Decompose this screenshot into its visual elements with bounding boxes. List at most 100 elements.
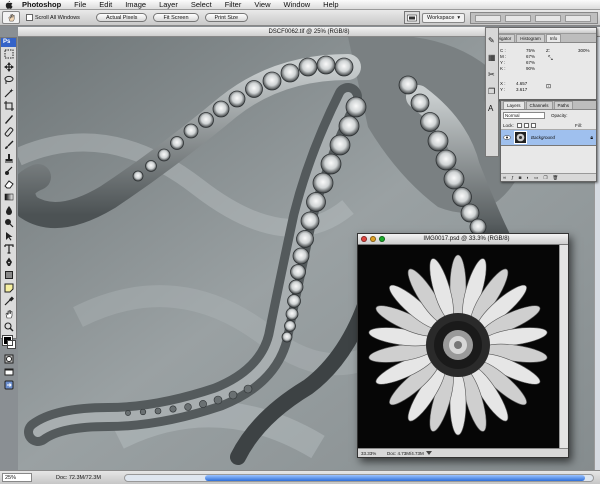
menu-filter[interactable]: Filter xyxy=(225,0,242,9)
type-tool-icon[interactable] xyxy=(2,243,15,255)
jump-to-imageready-icon[interactable] xyxy=(2,379,15,391)
quick-mask-icon[interactable] xyxy=(2,353,15,365)
background-color-swatch[interactable] xyxy=(7,340,16,349)
swatches-palette-icon[interactable]: ▦ xyxy=(488,53,496,62)
palette-well[interactable] xyxy=(404,11,420,24)
info-m-label: M : xyxy=(500,54,507,59)
dock-tab-3[interactable] xyxy=(535,15,561,22)
clone-stamp-tool-icon[interactable] xyxy=(2,152,15,164)
pen-tool-icon[interactable] xyxy=(2,256,15,268)
move-tool-icon[interactable] xyxy=(2,61,15,73)
info-c-label: C : xyxy=(500,48,506,53)
zoom-tool-icon[interactable] xyxy=(2,321,15,333)
scroll-thumb[interactable] xyxy=(205,475,585,481)
scroll-all-windows-checkbox[interactable]: Scroll All Windows xyxy=(26,14,80,21)
screen-mode-icon[interactable] xyxy=(2,366,15,378)
history-brush-tool-icon[interactable] xyxy=(2,165,15,177)
marquee-tool-icon[interactable] xyxy=(2,48,15,60)
new-layer-icon[interactable]: ❐ xyxy=(543,175,547,181)
flower-doc-info: Doc: 4.73M/4.73M xyxy=(387,450,424,456)
path-selection-tool-icon[interactable] xyxy=(2,230,15,242)
history-palette-icon[interactable]: ❐ xyxy=(488,87,496,96)
fit-screen-button[interactable]: Fit Screen xyxy=(153,13,199,22)
tab-paths[interactable]: Paths xyxy=(553,101,574,109)
crop-tool-icon[interactable] xyxy=(2,100,15,112)
dock-tab-2[interactable] xyxy=(505,15,531,22)
document-title: DSCF0062.tif @ 25% (RGB/8) xyxy=(268,29,350,35)
actual-pixels-button[interactable]: Actual Pixels xyxy=(95,13,148,22)
menu-file[interactable]: File xyxy=(74,0,86,9)
dock-tab-1[interactable] xyxy=(475,15,501,22)
close-icon[interactable] xyxy=(361,236,367,242)
minimize-icon[interactable] xyxy=(370,236,376,242)
adjustment-layer-icon[interactable]: ◐ xyxy=(526,175,529,180)
dodge-tool-icon[interactable] xyxy=(2,217,15,229)
layers-palette-tabs: Layers Channels Paths xyxy=(501,101,596,110)
healing-brush-tool-icon[interactable] xyxy=(2,126,15,138)
flower-window-title: IMG0017.psd @ 33.3% (RGB/8) xyxy=(423,236,510,242)
tab-info[interactable]: Info xyxy=(545,34,562,42)
workspace-menu[interactable]: Workspace ▾ xyxy=(422,13,466,23)
eye-icon[interactable] xyxy=(502,133,511,142)
menu-edit[interactable]: Edit xyxy=(99,0,112,9)
menu-layer[interactable]: Layer xyxy=(159,0,178,9)
flower-zoom-field[interactable]: 33.33% xyxy=(361,451,381,456)
delete-layer-icon[interactable]: 🗑︎ xyxy=(552,175,558,181)
brush-tool-icon[interactable] xyxy=(2,139,15,151)
layer-row-background[interactable]: Background 🔒︎ xyxy=(501,130,596,146)
fill-label: Fill: xyxy=(575,122,582,128)
lasso-tool-icon[interactable] xyxy=(2,74,15,86)
new-group-icon[interactable]: ▭ xyxy=(534,175,538,181)
info-ycoord-value: 3.617 xyxy=(516,87,528,92)
flower-canvas[interactable] xyxy=(358,245,560,449)
layer-mask-icon[interactable]: ◙ xyxy=(519,175,522,180)
magic-wand-tool-icon[interactable] xyxy=(2,87,15,99)
slice-tool-icon[interactable] xyxy=(2,113,15,125)
dock-tab-4[interactable] xyxy=(565,15,591,22)
brushes-palette-icon[interactable]: ✎ xyxy=(488,36,496,45)
color-swatches[interactable] xyxy=(1,335,16,349)
opacity-label: Opacity: xyxy=(551,113,568,118)
tool-preset-picker[interactable] xyxy=(2,11,20,24)
flower-document-window[interactable]: IMG0017.psd @ 33.3% (RGB/8) 33.33% Doc: … xyxy=(357,233,569,458)
blur-tool-icon[interactable] xyxy=(2,204,15,216)
hand-tool-icon[interactable] xyxy=(2,308,15,320)
menu-window[interactable]: Window xyxy=(283,0,310,9)
notes-tool-icon[interactable] xyxy=(2,282,15,294)
tab-layers[interactable]: Layers xyxy=(503,101,525,109)
info-zoom-label: Z: xyxy=(546,48,550,53)
apple-icon[interactable] xyxy=(4,0,14,9)
flower-status-menu-arrow[interactable] xyxy=(425,451,432,455)
link-layers-icon[interactable]: ∞ xyxy=(503,175,506,180)
document-status-bar: 25% Doc: 72.3M/72.3M xyxy=(0,470,600,484)
info-m-value: 67% xyxy=(526,54,536,59)
tab-histogram[interactable]: Histogram xyxy=(516,34,545,42)
tab-channels[interactable]: Channels xyxy=(525,101,553,109)
character-palette-icon[interactable]: A xyxy=(488,104,496,113)
lock-position-checkbox[interactable] xyxy=(530,122,536,128)
menu-select[interactable]: Select xyxy=(191,0,212,9)
gradient-tool-icon[interactable] xyxy=(2,191,15,203)
info-palette: Navigator Histogram Info C : 75% M : 67%… xyxy=(485,27,597,100)
info-k-value: 90% xyxy=(526,66,536,71)
shape-tool-icon[interactable] xyxy=(2,269,15,281)
print-size-button[interactable]: Print Size xyxy=(204,13,249,22)
actions-palette-icon[interactable]: ✂ xyxy=(488,70,496,79)
lock-label: Lock: xyxy=(503,122,514,128)
lock-image-checkbox[interactable] xyxy=(523,122,529,128)
menu-help[interactable]: Help xyxy=(323,0,338,9)
layer-style-icon[interactable]: ƒ xyxy=(511,175,514,180)
blend-mode-select[interactable]: Normal xyxy=(503,112,545,119)
flower-window-titlebar[interactable]: IMG0017.psd @ 33.3% (RGB/8) xyxy=(358,234,568,245)
menu-view[interactable]: View xyxy=(254,0,270,9)
lock-transparency-checkbox[interactable] xyxy=(516,122,522,128)
eraser-tool-icon[interactable] xyxy=(2,178,15,190)
eyedropper-tool-icon[interactable] xyxy=(2,295,15,307)
flower-window-scrollbar[interactable] xyxy=(559,245,568,449)
zoom-field[interactable]: 25% xyxy=(2,473,32,482)
menu-app-photoshop[interactable]: Photoshop xyxy=(22,0,61,9)
menu-image[interactable]: Image xyxy=(125,0,146,9)
options-bar: Scroll All Windows Actual Pixels Fit Scr… xyxy=(0,10,600,26)
horizontal-scrollbar[interactable] xyxy=(124,474,594,482)
layer-name: Background xyxy=(531,135,556,140)
